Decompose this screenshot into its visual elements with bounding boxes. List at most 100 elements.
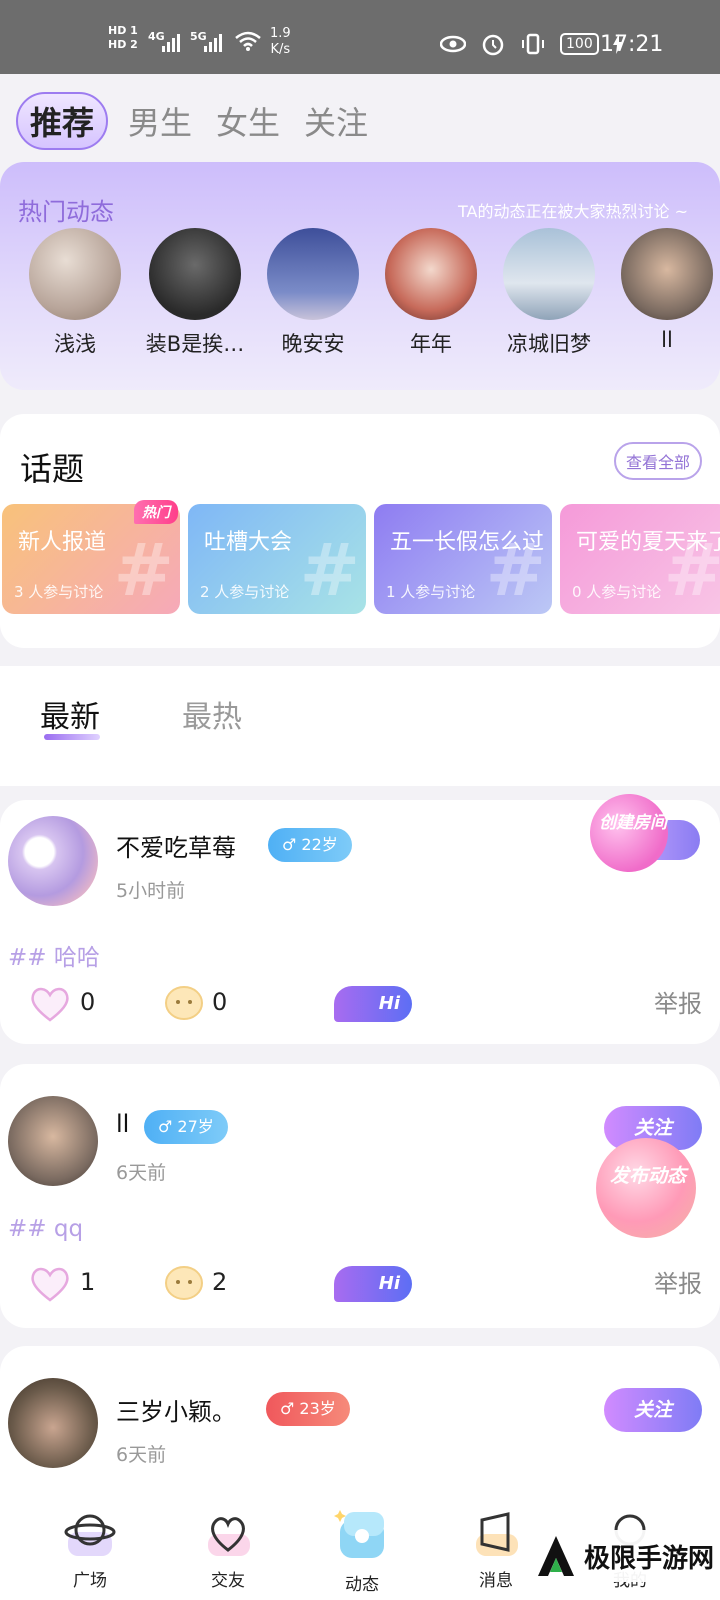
post-author-name[interactable]: 三岁小颖。 xyxy=(116,1392,236,1427)
gender-age-badge: ♂ 22岁 xyxy=(268,828,352,862)
post-time: 5小时前 xyxy=(116,880,186,902)
hot-user-item[interactable]: 装B是挨… xyxy=(140,228,250,358)
planet-icon xyxy=(64,1514,116,1556)
watermark: 极限手游网 xyxy=(530,1530,720,1582)
create-room-button[interactable]: 创建房间 xyxy=(579,783,700,883)
say-hi-button[interactable]: Hi xyxy=(334,986,412,1022)
hot-dynamics-card: 热门动态 TA的动态正在被大家热烈讨论 ~ 浅浅 装B是挨… 晚安安 年年 凉城… xyxy=(0,162,720,390)
report-button[interactable]: 举报 xyxy=(654,1264,702,1299)
avatar[interactable] xyxy=(8,1096,98,1186)
nav-dynamics[interactable]: 动态 xyxy=(312,1506,412,1595)
hot-badge: 热门 xyxy=(134,500,178,524)
active-tab-indicator xyxy=(44,734,100,740)
comment-icon[interactable] xyxy=(162,984,206,1024)
hot-user-name: 浅浅 xyxy=(54,332,96,356)
topic-card[interactable]: # 可爱的夏天来了 0 人参与讨论 xyxy=(560,504,720,614)
topic-count: 1 人参与讨论 xyxy=(386,583,476,601)
dynamics-icon xyxy=(334,1510,384,1558)
hash-icon: # xyxy=(113,528,174,612)
avatar xyxy=(267,228,359,320)
feed-tabs: 最新 最热 xyxy=(0,666,720,786)
comment-icon[interactable] xyxy=(162,1264,206,1304)
network-speed: 1.9 K/s xyxy=(270,26,291,57)
hot-user-item[interactable]: 晚安安 xyxy=(258,228,368,358)
topic-card[interactable]: # 五一长假怎么过 1 人参与讨论 xyxy=(374,504,552,614)
like-count: 0 xyxy=(80,988,96,1016)
wifi-icon xyxy=(235,31,261,51)
topic-count: 3 人参与讨论 xyxy=(14,583,104,601)
nav-friends[interactable]: 交友 xyxy=(178,1506,278,1591)
hot-user-item[interactable]: 浅浅 xyxy=(20,228,130,358)
avatar[interactable] xyxy=(8,1378,98,1468)
hot-user-name: 晚安安 xyxy=(281,332,345,356)
avatar xyxy=(149,228,241,320)
avatar xyxy=(29,228,121,320)
topic-name: 可爱的夏天来了 xyxy=(576,530,720,555)
nav-label: 广场 xyxy=(73,1571,107,1591)
gender-age-badge: ♂ 27岁 xyxy=(144,1110,228,1144)
topic-name: 五一长假怎么过 xyxy=(390,530,545,555)
hot-dynamics-title: 热门动态 xyxy=(18,198,114,226)
post-tag[interactable]: ## qq xyxy=(8,1216,83,1242)
hot-user-name: ll xyxy=(661,328,673,352)
tab-female[interactable]: 女生 xyxy=(212,98,284,144)
battery-icon: 100 xyxy=(560,33,599,55)
nav-square[interactable]: 广场 xyxy=(40,1506,140,1591)
status-bar: HD 1 HD 2 4G 5G 1.9 K/s 100 17:21 xyxy=(0,0,720,74)
hot-user-item[interactable]: 年年 xyxy=(376,228,486,358)
topic-count: 0 人参与讨论 xyxy=(572,583,662,601)
topics-title: 话题 xyxy=(20,450,85,488)
tab-follow[interactable]: 关注 xyxy=(300,98,372,144)
follow-button[interactable]: 关注 xyxy=(604,1388,702,1432)
report-button[interactable]: 举报 xyxy=(654,984,702,1019)
hot-user-name: 装B是挨… xyxy=(145,332,245,356)
say-hi-button[interactable]: Hi xyxy=(334,1266,412,1302)
hot-user-item[interactable]: ll xyxy=(612,228,720,352)
eye-icon xyxy=(440,35,466,53)
message-icon xyxy=(476,1512,518,1556)
post-time: 6天前 xyxy=(116,1162,167,1184)
tab-hottest[interactable]: 最热 xyxy=(182,692,242,736)
signal-icon-2 xyxy=(204,30,226,52)
clock: 17:21 xyxy=(600,32,664,57)
hot-user-row: 浅浅 装B是挨… 晚安安 年年 凉城旧梦 ll xyxy=(20,228,720,368)
avatar xyxy=(503,228,595,320)
post-actions: 1 2 Hi 举报 xyxy=(0,1260,720,1310)
hot-user-name: 年年 xyxy=(410,332,452,356)
hash-icon: # xyxy=(299,528,360,612)
hot-user-name: 凉城旧梦 xyxy=(507,332,591,356)
watermark-logo-icon xyxy=(538,1536,574,1576)
post-tag[interactable]: ## 哈哈 xyxy=(8,938,100,972)
hot-user-item[interactable]: 凉城旧梦 xyxy=(494,228,604,358)
like-count: 1 xyxy=(80,1268,96,1296)
tab-latest[interactable]: 最新 xyxy=(40,692,100,736)
topic-card[interactable]: # 吐槽大会 2 人参与讨论 xyxy=(188,504,366,614)
comment-count: 2 xyxy=(212,1268,228,1296)
post-author-name[interactable]: ll xyxy=(116,1110,129,1138)
post-actions: 0 0 Hi 举报 xyxy=(0,980,720,1030)
topic-name: 新人报道 xyxy=(18,530,107,555)
create-room-label: 创建房间 xyxy=(599,813,667,833)
gender-age-badge: ♂ 23岁 xyxy=(266,1392,350,1426)
avatar[interactable] xyxy=(8,816,98,906)
avatar xyxy=(385,228,477,320)
tab-recommend[interactable]: 推荐 xyxy=(16,92,109,150)
vibrate-icon xyxy=(522,33,544,55)
category-tabs: 推荐 男生 女生 关注 xyxy=(16,92,372,150)
comment-count: 0 xyxy=(212,988,228,1016)
watermark-text: 极限手游网 xyxy=(584,1543,715,1574)
publish-dynamic-button[interactable]: 发布动态 xyxy=(596,1138,706,1238)
tab-male[interactable]: 男生 xyxy=(124,98,196,144)
topic-count: 2 人参与讨论 xyxy=(200,583,290,601)
hd-indicator: HD 1 HD 2 xyxy=(108,24,138,51)
hot-dynamics-subtitle: TA的动态正在被大家热烈讨论 ~ xyxy=(458,202,688,221)
like-icon[interactable] xyxy=(28,984,72,1024)
post-author-name[interactable]: 不爱吃草莓 xyxy=(116,828,236,863)
publish-label: 发布动态 xyxy=(609,1165,686,1187)
nav-label: 动态 xyxy=(345,1575,379,1595)
like-icon[interactable] xyxy=(28,1264,72,1304)
avatar xyxy=(621,228,713,320)
see-all-button[interactable]: 查看全部 xyxy=(613,442,702,480)
nav-label: 交友 xyxy=(211,1571,245,1591)
topics-card: 话题 查看全部 # 新人报道 3 人参与讨论 热门 # 吐槽大会 2 人参与讨论… xyxy=(0,414,720,648)
